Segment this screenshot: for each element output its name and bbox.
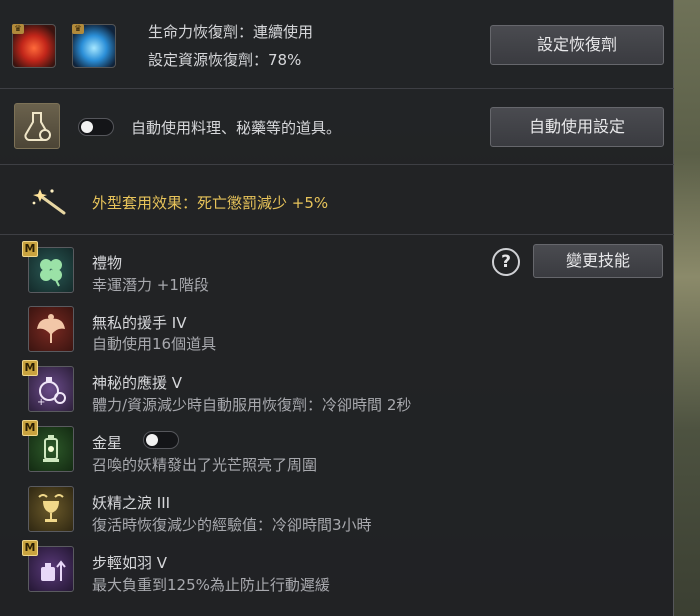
skill-name: 妖精之淚 III: [92, 494, 171, 512]
appearance-effect-label: 外型套用效果：死亡懲罰減少 +5%: [92, 194, 329, 212]
skill-name: 無私的援手 IV: [92, 314, 187, 332]
skill-desc: 體力/資源減少時自動服用恢復劑：冷卻時間 2秒: [92, 396, 412, 414]
skill-icon-fairy-tear: [28, 486, 74, 532]
skill-name: 禮物: [92, 254, 123, 272]
crown-icon: ♛: [72, 24, 84, 34]
resource-recovery-label: 設定資源恢復劑：78%: [148, 51, 302, 69]
m-badge: M: [22, 360, 38, 376]
skill-desc: 最大負重到125%為止防止行動遲緩: [92, 576, 330, 594]
crown-icon: ♛: [12, 24, 24, 34]
skill-name: 神秘的應援 V: [92, 374, 183, 392]
fairy-panel: ♛ ♛ 生命力恢復劑：連續使用 設定資源恢復劑：78% 設定恢復劑 自動使用料理…: [0, 0, 674, 616]
skill-name: 金星: [92, 434, 123, 452]
toggle-knob: [81, 121, 93, 133]
divider: [0, 164, 674, 165]
skill-desc: 自動使用16個道具: [92, 335, 217, 353]
game-background-edge: [674, 0, 700, 616]
skill-name: 步輕如羽 V: [92, 554, 168, 572]
skill-desc: 幸運潛力 +1階段: [92, 276, 209, 294]
skill-desc: 復活時恢復減少的經驗值：冷卻時間3小時: [92, 516, 372, 534]
skill-icon-selfless-helper: [28, 306, 74, 352]
m-badge: M: [22, 540, 38, 556]
change-skill-button[interactable]: 變更技能: [533, 244, 663, 278]
toggle-knob: [146, 434, 158, 446]
m-badge: M: [22, 420, 38, 436]
chalice-icon: [38, 494, 64, 522]
divider: [0, 88, 674, 89]
svg-text:+: +: [37, 397, 45, 408]
magic-wand-icon: [30, 183, 70, 219]
help-icon[interactable]: ?: [492, 248, 520, 276]
divider: [0, 234, 674, 235]
auto-use-label: 自動使用料理、秘藥等的道具。: [131, 119, 342, 137]
m-badge: M: [22, 241, 38, 257]
fairy-icon: [37, 314, 65, 343]
hp-recovery-label: 生命力恢復劑：連續使用: [148, 23, 314, 41]
potion-settings-icon: [14, 103, 60, 149]
set-recovery-button[interactable]: 設定恢復劑: [490, 25, 664, 65]
auto-use-toggle[interactable]: [78, 118, 114, 136]
skill-desc: 召喚的妖精發出了光芒照亮了周圍: [92, 456, 318, 474]
venus-toggle[interactable]: [143, 431, 179, 449]
auto-use-settings-button[interactable]: 自動使用設定: [490, 107, 664, 147]
